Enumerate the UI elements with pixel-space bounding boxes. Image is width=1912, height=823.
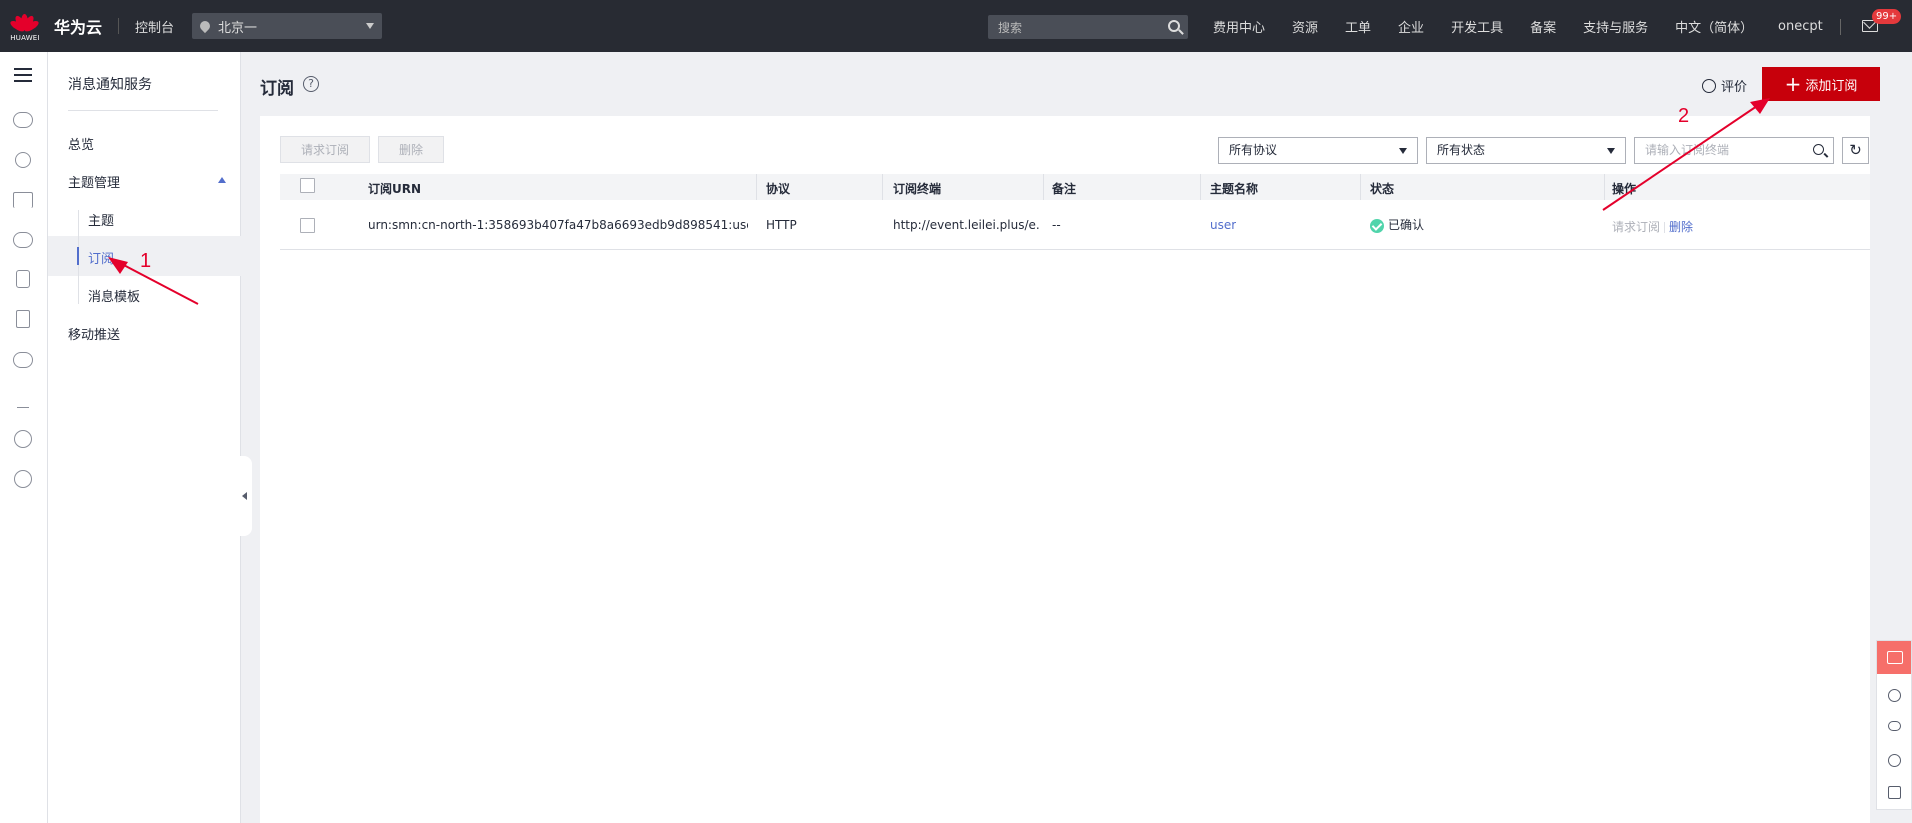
annotation-arrows <box>108 98 1770 305</box>
arrow-1-line <box>117 261 199 305</box>
question-icon[interactable] <box>1888 754 1901 767</box>
arrow-2-head <box>1750 98 1770 114</box>
annotation-number-1: 1 <box>140 250 152 272</box>
chat-icon[interactable] <box>1877 641 1911 674</box>
annotation-number-2: 2 <box>1678 105 1690 127</box>
service-eye-icon[interactable] <box>1888 721 1901 731</box>
floating-toolbar <box>1876 640 1912 810</box>
checklist-icon[interactable] <box>1888 786 1901 799</box>
smile-feedback-icon[interactable] <box>1888 689 1901 702</box>
arrow-1-head <box>108 257 128 274</box>
